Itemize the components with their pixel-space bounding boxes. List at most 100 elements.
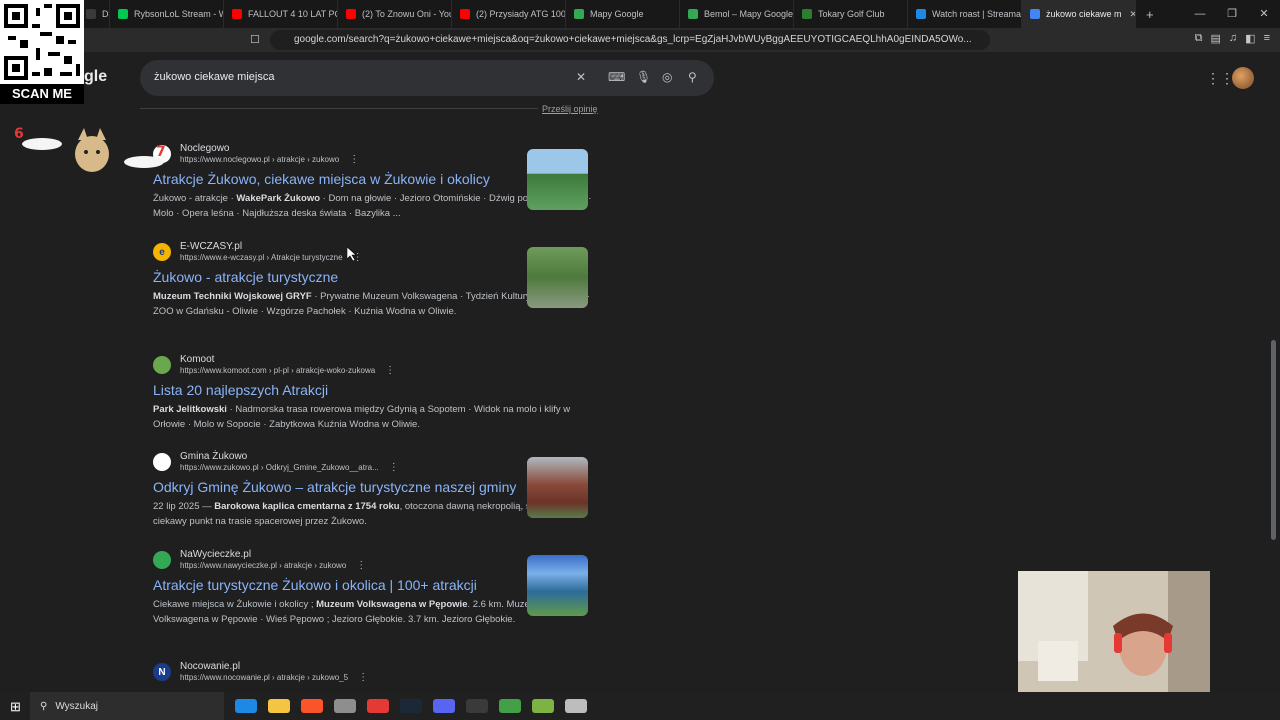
browser-tab[interactable]: Bemol – Mapy Google [680,0,794,28]
result-thumbnail[interactable] [527,149,588,210]
microphone-icon[interactable]: 🎙 [636,70,651,84]
site-name: Komoot [180,354,215,365]
search-icon: ⚲ [40,700,48,712]
wallet-icon[interactable]: ◧ [1245,32,1255,45]
tab-label: Watch roast | Streamal [932,9,1022,19]
tab-favicon-icon [688,9,698,19]
app-icon[interactable] [499,699,521,713]
qr-code-overlay: SCAN ME [0,0,84,104]
browser-tab[interactable]: Tokary Golf Club [794,0,908,28]
more-options-icon[interactable]: ⋮ [358,672,368,683]
result-snippet: Park Jelitkowski · Nadmorska trasa rower… [153,404,571,430]
result-title-link[interactable]: Lista 20 najlepszych Atrakcji [153,382,593,398]
browser-tab[interactable]: żukowo ciekawe m ✕ [1022,0,1136,28]
result-source[interactable]: Komoot https://www.komoot.com › pl-pl › … [153,352,593,378]
search-icon[interactable]: ⚲ [688,70,697,84]
favicon-letter: e [159,246,165,258]
divider [140,108,588,109]
chrome-icon[interactable] [367,699,389,713]
result-url: https://www.nocowanie.pl › atrakcje › zu… [180,672,368,683]
taskbar-search[interactable]: ⚲ Wyszukaj [30,692,224,720]
minimize-button[interactable]: — [1184,0,1216,28]
result-url: https://www.komoot.com › pl-pl › atrakcj… [180,365,395,376]
site-favicon-icon: N [153,663,171,681]
browser-tab[interactable]: (2) To Znowu Oni - You [338,0,452,28]
lens-icon[interactable]: ◎ [662,70,672,84]
tab-label: Mapy Google [590,9,644,19]
more-options-icon[interactable]: ⋮ [389,462,399,473]
tab-label: Bemol – Mapy Google [704,9,794,19]
result-thumbnail[interactable] [527,555,588,616]
taskbar-search-label: Wyszukaj [55,700,99,712]
search-result: e E-WCZASY.pl https://www.e-wczasy.pl › … [153,239,593,319]
edge-icon[interactable] [235,699,257,713]
discord-icon[interactable] [433,699,455,713]
bookmark-icon[interactable]: ☐ [250,33,260,46]
more-options-icon[interactable]: ⋮ [356,560,366,571]
result-thumbnail[interactable] [527,247,588,308]
address-bar[interactable]: google.com/search?q=żukowo+ciekawe+miejs… [270,30,990,50]
new-tab-icon[interactable]: + [1146,7,1154,22]
more-options-icon[interactable]: ⋮ [349,154,359,165]
result-thumbnail[interactable] [527,457,588,518]
more-options-icon[interactable]: ⋮ [385,365,395,376]
app-icon[interactable] [532,699,554,713]
app-icon[interactable] [565,699,587,713]
keyboard-icon[interactable]: ⌨ [608,70,625,84]
url-text: https://www.nocowanie.pl › atrakcje › zu… [180,673,349,682]
site-favicon-icon [153,453,171,471]
menu-icon[interactable]: ≡ [1264,32,1270,45]
url-text: https://www.komoot.com › pl-pl › atrakcj… [180,366,376,375]
url-text: https://www.noclegowo.pl › atrakcje › zu… [180,155,340,164]
search-input[interactable]: żukowo ciekawe miejsca [154,71,274,83]
favicon-letter: N [158,666,166,678]
close-tab-icon[interactable]: ✕ [1130,9,1135,20]
maximize-button[interactable]: ❐ [1216,0,1248,28]
brave-icon[interactable] [301,699,323,713]
site-favicon-icon [153,551,171,569]
windows-start-icon[interactable]: ⊞ [10,699,21,715]
result-url: https://www.noclegowo.pl › atrakcje › zu… [180,154,359,165]
browser-tab[interactable]: RybsonLoL Stream - W [110,0,224,28]
tab-favicon-icon [86,9,96,19]
result-source[interactable]: N Nocowanie.pl https://www.nocowanie.pl … [153,659,593,685]
extensions-icon[interactable]: ⧉ [1195,32,1203,45]
media-icon[interactable]: ♫ [1229,32,1237,45]
result-url: https://www.e-wczasy.pl › Atrakcje turys… [180,252,363,263]
search-box[interactable]: żukowo ciekawe miejsca ✕ ⌨ 🎙 ◎ ⚲ [140,60,714,96]
tab-label: (2) To Znowu Oni - You [362,9,452,19]
apps-grid-icon[interactable]: ⋮⋮ [1206,70,1234,87]
url-text: https://www.nawycieczke.pl › atrakcje › … [180,561,347,570]
steam-icon[interactable] [400,699,422,713]
result-url: https://www.nawycieczke.pl › atrakcje › … [180,560,366,571]
tab-label: FALLOUT 4 10 LAT PÓŹ [248,9,338,19]
sidebar-icon[interactable]: ▤ [1211,32,1221,45]
clear-icon[interactable]: ✕ [576,70,586,84]
tab-label: (2) Przysiady ATG 100 i [476,9,566,19]
close-window-button[interactable]: ✕ [1248,0,1280,28]
search-result: Gmina Żukowo https://www.zukowo.pl › Odk… [153,449,593,529]
emote-sticker: 7 [122,142,174,172]
avatar[interactable] [1232,67,1254,89]
feedback-link[interactable]: Prześlij opinię [538,104,598,114]
browser-tab[interactable]: FALLOUT 4 10 LAT PÓŹ [224,0,338,28]
result-url: https://www.zukowo.pl › Odkryj_Gmine_Zuk… [180,462,399,473]
site-name: Noclegowo [180,143,230,154]
tab-favicon-icon [802,9,812,19]
tab-favicon-icon [118,9,128,19]
google-logo[interactable]: gle [84,68,107,86]
search-result: Komoot https://www.komoot.com › pl-pl › … [153,352,593,432]
tab-favicon-icon [460,9,470,19]
browser-tab[interactable]: (2) Przysiady ATG 100 i [452,0,566,28]
app-icon[interactable] [334,699,356,713]
search-result: NaWycieczke.pl https://www.nawycieczke.p… [153,547,593,627]
tab-favicon-icon [916,9,926,19]
scrollbar[interactable] [1271,340,1276,540]
tab-favicon-icon [232,9,242,19]
browser-toolbar: ⧉ ▤ ♫ ◧ ≡ [1195,32,1270,45]
svg-text:6: 6 [14,126,24,142]
browser-tab[interactable]: Watch roast | Streamal [908,0,1022,28]
browser-tab[interactable]: Mapy Google [566,0,680,28]
file-explorer-icon[interactable] [268,699,290,713]
obs-icon[interactable] [466,699,488,713]
